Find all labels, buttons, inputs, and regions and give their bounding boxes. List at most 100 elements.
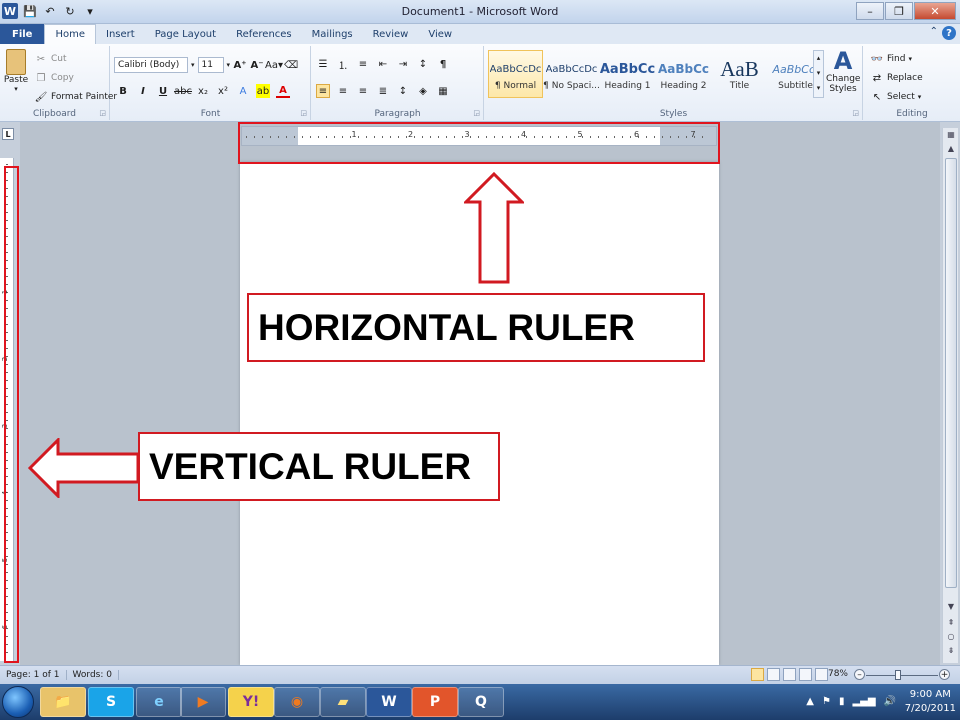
underline-icon[interactable]: U [156, 84, 170, 98]
tab-home[interactable]: Home [44, 24, 96, 44]
zoom-slider[interactable]: – + [854, 669, 950, 681]
paste-button[interactable]: Paste ▾ [3, 49, 29, 93]
sticky-notes-taskbar-icon[interactable]: ▰ [320, 687, 366, 717]
browse-object-icon[interactable]: ○ [943, 630, 959, 642]
draft-icon[interactable] [815, 668, 828, 681]
style-title[interactable]: AaB Title [712, 50, 767, 98]
grow-font-icon[interactable]: A⁺ [233, 58, 247, 72]
clipboard-launcher-icon[interactable]: ◲ [99, 109, 106, 117]
explorer-taskbar-icon[interactable]: 📁 [40, 687, 86, 717]
copy-button[interactable]: ❐ Copy [34, 71, 74, 85]
scroll-down-icon[interactable]: ▼ [943, 600, 959, 612]
sort-icon[interactable]: ↕ [416, 57, 430, 71]
bold-icon[interactable]: B [116, 84, 130, 98]
font-size-combo[interactable]: 11 [197, 57, 224, 73]
next-page-icon[interactable]: ⇟ [943, 644, 959, 656]
yahoo-messenger-taskbar-icon[interactable]: Y! [228, 687, 274, 717]
cut-button[interactable]: ✂ Cut [34, 52, 67, 66]
outline-icon[interactable] [799, 668, 812, 681]
quicktime-taskbar-icon[interactable]: Q [458, 687, 504, 717]
ruler-toggle-icon[interactable]: ▦ [943, 128, 959, 140]
full-screen-reading-icon[interactable] [767, 668, 780, 681]
zoom-out-icon[interactable]: – [854, 669, 865, 680]
select-button[interactable]: ↖ Select ▾ [870, 90, 921, 104]
tab-selector-button[interactable]: L [2, 128, 14, 140]
media-player-taskbar-icon[interactable]: ▶ [180, 687, 226, 717]
shading-icon[interactable]: ◈ [416, 84, 430, 98]
tab-review[interactable]: Review [363, 24, 419, 44]
help-icon[interactable]: ? [942, 26, 956, 40]
styles-launcher-icon[interactable]: ◲ [852, 109, 859, 117]
subscript-icon[interactable]: x₂ [196, 84, 210, 98]
numbering-icon[interactable]: ⒈ [336, 57, 350, 72]
clear-formatting-icon[interactable]: ⌫ [284, 58, 298, 72]
scroll-up-icon[interactable]: ▲ [943, 142, 959, 154]
print-layout-icon[interactable] [751, 668, 764, 681]
scroll-thumb[interactable] [945, 158, 957, 588]
word-taskbar-icon[interactable]: W [366, 687, 412, 717]
align-center-icon[interactable]: ≡ [336, 84, 350, 98]
view-buttons [751, 668, 828, 681]
change-styles-button[interactable]: A Change Styles [826, 48, 860, 94]
change-case-icon[interactable]: Aa▾ [265, 58, 283, 72]
increase-indent-icon[interactable]: ⇥ [396, 57, 410, 71]
style-normal[interactable]: AaBbCcDc ¶ Normal [488, 50, 543, 98]
justify-icon[interactable]: ≣ [376, 84, 390, 98]
skype-taskbar-icon[interactable]: S [88, 687, 134, 717]
font-launcher-icon[interactable]: ◲ [300, 109, 307, 117]
style-heading-2[interactable]: AaBbCc Heading 2 [656, 50, 711, 98]
find-button[interactable]: 👓 Find ▾ [870, 52, 912, 66]
tab-view[interactable]: View [418, 24, 462, 44]
style-heading-1[interactable]: AaBbCc Heading 1 [600, 50, 655, 98]
format-painter-button[interactable]: 🖌 Format Painter [34, 90, 117, 104]
previous-page-icon[interactable]: ⇞ [943, 616, 959, 628]
gallery-scroll[interactable]: ▴ ▾ ▾ [813, 50, 824, 98]
restore-button[interactable]: ❐ [885, 2, 913, 20]
powerpoint-taskbar-icon[interactable]: P [412, 687, 458, 717]
firefox-taskbar-icon[interactable]: ◉ [274, 687, 320, 717]
align-right-icon[interactable]: ≡ [356, 84, 370, 98]
start-button[interactable] [2, 686, 34, 718]
tab-references[interactable]: References [226, 24, 302, 44]
zoom-level[interactable]: 78% [828, 669, 848, 679]
tab-file[interactable]: File [0, 24, 45, 44]
page-count[interactable]: Page: 1 of 1 [0, 670, 67, 680]
zoom-knob[interactable] [894, 670, 901, 680]
network-icon[interactable]: ▂▄▆ [852, 696, 875, 707]
line-spacing-icon[interactable]: ↕ [396, 84, 410, 98]
clock[interactable]: 9:00 AM 7/20/2011 [905, 688, 956, 716]
action-center-icon[interactable]: ⚑ [822, 696, 831, 707]
show-hide-icon[interactable]: ¶ [436, 57, 450, 71]
superscript-icon[interactable]: x² [216, 84, 230, 98]
font-color-icon[interactable]: A [276, 84, 290, 98]
replace-button[interactable]: ⇄ Replace [870, 71, 923, 85]
strikethrough-icon[interactable]: abc [174, 84, 192, 98]
volume-icon[interactable]: 🔊 [884, 696, 896, 707]
zoom-in-icon[interactable]: + [939, 669, 950, 680]
power-icon[interactable]: ▮ [839, 696, 845, 707]
ie-taskbar-icon[interactable]: e [136, 687, 182, 717]
borders-icon[interactable]: ▦ [436, 84, 450, 98]
tab-mailings[interactable]: Mailings [302, 24, 363, 44]
decrease-indent-icon[interactable]: ⇤ [376, 57, 390, 71]
align-left-icon[interactable]: ≡ [316, 84, 330, 98]
tab-page-layout[interactable]: Page Layout [145, 24, 226, 44]
font-name-combo[interactable]: Calibri (Body) [114, 57, 188, 73]
web-layout-icon[interactable] [783, 668, 796, 681]
shrink-font-icon[interactable]: A⁻ [250, 58, 264, 72]
word-count[interactable]: Words: 0 [67, 670, 119, 680]
style-no-spacing[interactable]: AaBbCcDc ¶ No Spaci... [543, 50, 600, 98]
minimize-button[interactable]: – [856, 2, 884, 20]
multilevel-list-icon[interactable]: ≡ [356, 57, 370, 71]
font-label: Font [200, 109, 221, 119]
close-button[interactable]: ✕ [914, 2, 956, 20]
bullets-icon[interactable]: ☰ [316, 57, 330, 71]
vertical-scrollbar[interactable]: ▦ ▲ ▼ ⇞ ○ ⇟ [942, 128, 958, 663]
italic-icon[interactable]: I [136, 84, 150, 98]
show-hidden-icons-icon[interactable]: ▲ [806, 696, 814, 707]
tab-insert[interactable]: Insert [96, 24, 145, 44]
highlight-icon[interactable]: ab [256, 84, 270, 98]
text-effects-icon[interactable]: A [236, 84, 250, 98]
minimize-ribbon-icon[interactable]: ⌃ [930, 26, 938, 40]
paragraph-launcher-icon[interactable]: ◲ [473, 109, 480, 117]
